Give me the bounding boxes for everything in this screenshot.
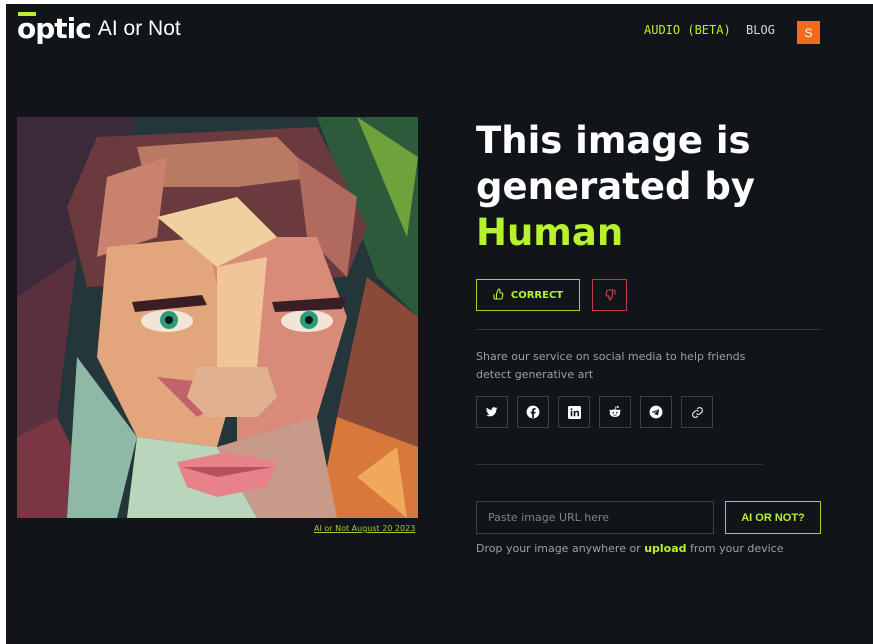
logo-bar	[18, 12, 36, 16]
result-headline: This image is generated by Human	[476, 118, 806, 256]
share-description: Share our service on social media to hel…	[476, 350, 746, 381]
drop-instructions: Drop your image anywhere or upload from …	[476, 542, 784, 555]
divider	[476, 329, 821, 330]
nav-blog-link[interactable]: BLOG	[746, 23, 775, 37]
logo-mark: optic	[17, 12, 92, 45]
nav-audio-link[interactable]: AUDIO (BETA)	[644, 23, 731, 37]
divider	[476, 464, 763, 465]
thumbs-up-icon	[493, 287, 505, 303]
link-icon	[691, 406, 703, 418]
avatar[interactable]: S	[797, 21, 820, 44]
twitter-icon	[486, 407, 498, 417]
thumbs-down-icon	[604, 286, 616, 305]
twitter-share-button[interactable]	[476, 396, 508, 428]
facebook-share-button[interactable]	[517, 396, 549, 428]
left-frame-edge	[0, 0, 6, 644]
top-frame-edge	[0, 0, 873, 4]
telegram-icon	[649, 405, 663, 419]
linkedin-share-button[interactable]	[558, 396, 590, 428]
correct-button-label: CORRECT	[510, 289, 564, 301]
ai-or-not-button[interactable]: AI OR NOT?	[725, 501, 821, 534]
telegram-share-button[interactable]	[640, 396, 672, 428]
headline-line-1: This image is	[476, 119, 751, 162]
drop-text-before: Drop your image anywhere or	[476, 542, 645, 555]
image-url-input[interactable]	[476, 501, 714, 534]
analyzed-image	[17, 117, 418, 518]
headline-line-2: generated by	[476, 165, 755, 208]
logo[interactable]: optic AI or Not	[17, 12, 181, 45]
copy-link-button[interactable]	[681, 396, 713, 428]
incorrect-button[interactable]	[592, 279, 627, 311]
correct-button[interactable]: CORRECT	[476, 279, 580, 311]
logo-text: AI or Not	[97, 17, 181, 40]
reddit-share-button[interactable]	[599, 396, 631, 428]
drop-text-after: from your device	[686, 542, 784, 555]
image-caption-link[interactable]: AI or Not August 20 2023	[314, 524, 415, 533]
upload-link[interactable]: upload	[644, 542, 686, 555]
social-share-buttons	[476, 396, 713, 428]
linkedin-icon	[567, 405, 581, 419]
verdict-label: Human	[476, 211, 624, 254]
facebook-icon	[526, 405, 540, 419]
logo-mark-text: optic	[17, 12, 92, 45]
reddit-icon	[609, 406, 621, 417]
